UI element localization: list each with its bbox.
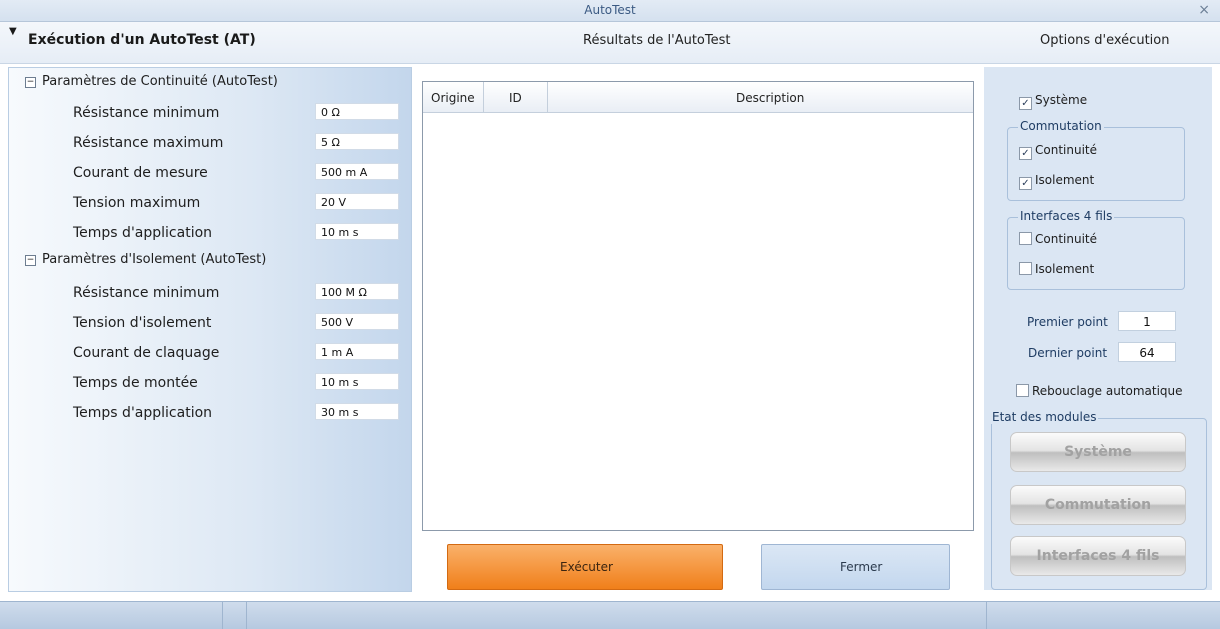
insulation-group-header[interactable]: − Paramètres d'Isolement (AutoTest): [25, 252, 266, 267]
checkmark-icon: ✓: [1019, 177, 1032, 190]
param-value-field[interactable]: 500 V: [315, 313, 399, 330]
commutation-continuity-checkbox[interactable]: ✓ Continuité: [1019, 143, 1097, 160]
auto-loopback-checkbox[interactable]: Rebouclage automatique: [1016, 384, 1183, 398]
param-row: Tension d'isolement 500 V: [9, 312, 411, 334]
commutation-module-button[interactable]: Commutation: [1010, 485, 1186, 525]
param-value-field[interactable]: 0 Ω: [315, 103, 399, 120]
interfaces-module-button[interactable]: Interfaces 4 fils: [1010, 536, 1186, 576]
param-row: Temps d'application 30 m s: [9, 402, 411, 424]
window-titlebar: AutoTest ×: [0, 0, 1220, 22]
execute-button[interactable]: Exécuter: [447, 544, 723, 590]
results-title: Résultats de l'AutoTest: [583, 33, 731, 48]
section-header-row: ▼ Exécution d'un AutoTest (AT) Résultats…: [0, 22, 1220, 64]
column-header-description[interactable]: Description: [736, 91, 804, 105]
close-button[interactable]: Fermer: [761, 544, 950, 590]
param-value-field[interactable]: 100 M Ω: [315, 283, 399, 300]
results-table[interactable]: Origine ID Description: [422, 81, 974, 531]
commutation-group-legend: Commutation: [1018, 119, 1104, 133]
param-row: Résistance minimum 100 M Ω: [9, 282, 411, 304]
param-label: Tension maximum: [73, 195, 201, 211]
collapse-minus-icon[interactable]: −: [25, 255, 36, 266]
column-divider[interactable]: [547, 82, 548, 112]
options-title: Options d'exécution: [1040, 33, 1170, 48]
column-header-id[interactable]: ID: [509, 91, 522, 105]
interfaces-group: Interfaces 4 fils Continuité Isolement: [1007, 209, 1185, 290]
commutation-isolation-checkbox[interactable]: ✓ Isolement: [1019, 173, 1094, 190]
system-checkbox[interactable]: ✓ Système: [1019, 93, 1087, 110]
auto-loopback-label: Rebouclage automatique: [1032, 384, 1183, 398]
last-point-label: Dernier point: [1028, 346, 1108, 360]
interfaces-isolation-checkbox[interactable]: Isolement: [1019, 262, 1094, 276]
close-icon[interactable]: ×: [1198, 2, 1210, 18]
unchecked-box-icon: [1019, 232, 1032, 245]
param-label: Résistance maximum: [73, 135, 224, 151]
param-label: Résistance minimum: [73, 285, 220, 301]
options-panel: ✓ Système Commutation ✓ Continuité ✓ Isolem…: [984, 67, 1212, 590]
checkbox-label: Isolement: [1035, 262, 1095, 276]
param-value-field[interactable]: 1 m A: [315, 343, 399, 360]
insulation-group-title: Paramètres d'Isolement (AutoTest): [42, 252, 267, 267]
window-title: AutoTest: [584, 3, 636, 17]
modules-status-legend: Etat des modules: [990, 410, 1099, 424]
status-bar: [0, 601, 1220, 629]
checkbox-label: Continuité: [1035, 232, 1097, 246]
status-divider: [246, 602, 247, 629]
collapse-minus-icon[interactable]: −: [25, 77, 36, 88]
first-point-input[interactable]: 1: [1118, 311, 1176, 331]
param-label: Temps d'application: [73, 405, 213, 421]
param-label: Tension d'isolement: [73, 315, 212, 331]
parameters-panel: − Paramètres de Continuité (AutoTest) Rés…: [8, 67, 412, 592]
autotest-execution-title: Exécution d'un AutoTest (AT): [28, 32, 256, 48]
param-label: Résistance minimum: [73, 105, 220, 121]
unchecked-box-icon: [1016, 384, 1029, 397]
unchecked-box-icon: [1019, 262, 1032, 275]
param-value-field[interactable]: 30 m s: [315, 403, 399, 420]
param-value-field[interactable]: 10 m s: [315, 223, 399, 240]
param-row: Temps d'application 10 m s: [9, 222, 411, 244]
interfaces-continuity-checkbox[interactable]: Continuité: [1019, 232, 1097, 246]
checkmark-icon: ✓: [1019, 147, 1032, 160]
param-row: Courant de claquage 1 m A: [9, 342, 411, 364]
param-row: Résistance minimum 0 Ω: [9, 102, 411, 124]
param-value-field[interactable]: 10 m s: [315, 373, 399, 390]
system-module-button[interactable]: Système: [1010, 432, 1186, 472]
param-value-field[interactable]: 500 m A: [315, 163, 399, 180]
param-row: Temps de montée 10 m s: [9, 372, 411, 394]
param-value-field[interactable]: 20 V: [315, 193, 399, 210]
param-label: Courant de claquage: [73, 345, 220, 361]
continuity-group-header[interactable]: − Paramètres de Continuité (AutoTest): [25, 74, 278, 89]
column-header-origine[interactable]: Origine: [431, 91, 475, 105]
collapse-caret-icon[interactable]: ▼: [9, 26, 17, 37]
status-divider: [986, 602, 987, 629]
autotest-execution-header[interactable]: ▼ Exécution d'un AutoTest (AT): [9, 26, 256, 48]
checkbox-label: Continuité: [1035, 143, 1097, 157]
system-checkbox-label: Système: [1035, 93, 1088, 107]
modules-status-group: Etat des modules Système Commutation Int…: [990, 410, 1207, 590]
param-row: Tension maximum 20 V: [9, 192, 411, 214]
status-divider: [222, 602, 223, 629]
first-point-label: Premier point: [1027, 315, 1108, 329]
param-label: Courant de mesure: [73, 165, 208, 181]
column-divider[interactable]: [483, 82, 484, 112]
results-table-header: Origine ID Description: [423, 82, 973, 113]
param-label: Temps de montée: [73, 375, 198, 391]
param-row: Résistance maximum 5 Ω: [9, 132, 411, 154]
interfaces-group-legend: Interfaces 4 fils: [1018, 209, 1115, 223]
param-row: Courant de mesure 500 m A: [9, 162, 411, 184]
param-value-field[interactable]: 5 Ω: [315, 133, 399, 150]
last-point-input[interactable]: 64: [1118, 342, 1176, 362]
continuity-group-title: Paramètres de Continuité (AutoTest): [42, 74, 278, 89]
param-label: Temps d'application: [73, 225, 213, 241]
checkmark-icon: ✓: [1019, 97, 1032, 110]
checkbox-label: Isolement: [1035, 173, 1095, 187]
commutation-group: Commutation ✓ Continuité ✓ Isolement: [1007, 119, 1185, 201]
